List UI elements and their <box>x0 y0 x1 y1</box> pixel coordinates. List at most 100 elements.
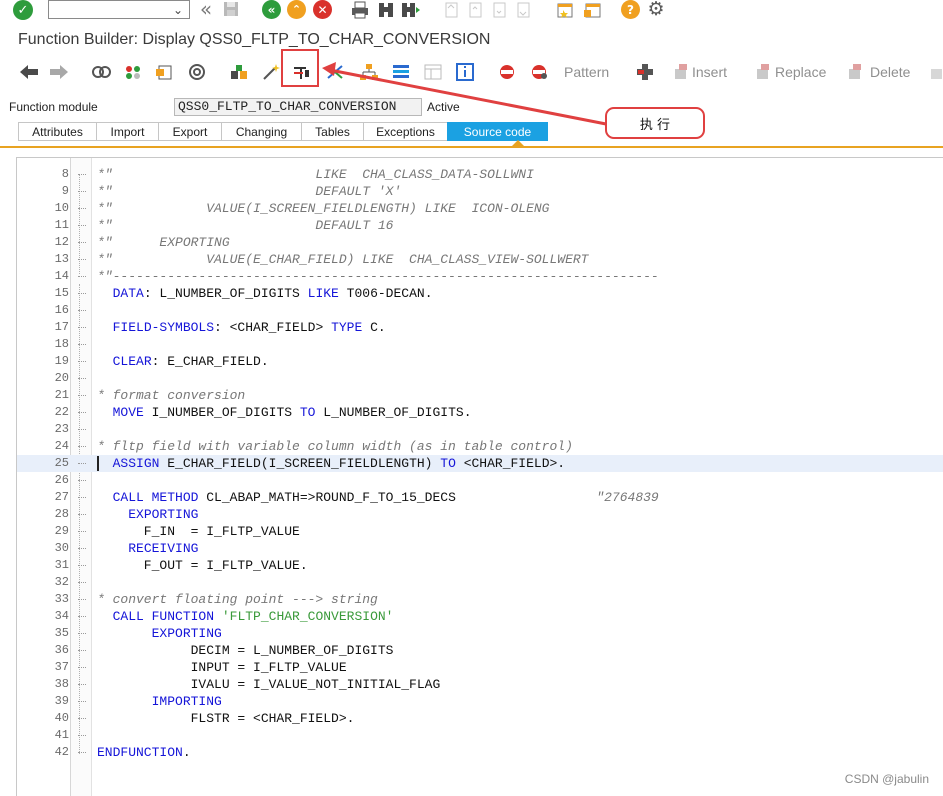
shortcut-icon[interactable] <box>582 0 602 19</box>
navigation-window-icon[interactable] <box>324 62 346 82</box>
code-line[interactable]: 34 CALL FUNCTION 'FLTP_CHAR_CONVERSION' <box>17 608 943 625</box>
customize-icon[interactable]: ⚙ <box>646 0 666 20</box>
code-token: *" DEFAULT 16 <box>97 218 394 233</box>
source-code-editor[interactable]: 8 *" LIKE CHA_CLASS_DATA-SOLLWNI 9 *" DEFAU… <box>16 157 943 796</box>
line-number: 9 <box>61 184 69 198</box>
next-page-icon[interactable] <box>490 0 508 19</box>
code-line[interactable]: 14 *"------------------------------------… <box>17 268 943 285</box>
check-icon[interactable] <box>186 62 208 82</box>
replace-button[interactable]: Replace <box>775 64 826 80</box>
code-line[interactable]: 28 EXPORTING <box>17 506 943 523</box>
code-token: *" EXPORTING <box>97 235 230 250</box>
last-page-icon[interactable] <box>514 0 532 19</box>
chevron-down-icon[interactable]: ⌄ <box>167 1 189 18</box>
active-inactive-icon[interactable] <box>154 62 176 82</box>
code-token: MOVE <box>112 405 144 420</box>
more-icon[interactable] <box>928 62 943 82</box>
code-line[interactable]: 23 <box>17 421 943 438</box>
code-line[interactable]: 19 CLEAR: E_CHAR_FIELD. <box>17 353 943 370</box>
print-icon[interactable] <box>350 0 370 19</box>
code-line[interactable]: 29 F_IN = I_FLTP_VALUE <box>17 523 943 540</box>
back-green-icon[interactable]: « <box>262 0 281 19</box>
insert-button[interactable]: Insert <box>692 64 727 80</box>
code-line[interactable]: 10 *" VALUE(I_SCREEN_FIELDLENGTH) LIKE IC… <box>17 200 943 217</box>
code-line[interactable]: 42 ENDFUNCTION. <box>17 744 943 761</box>
prev-page-icon[interactable] <box>466 0 484 19</box>
replace-icon[interactable] <box>754 62 772 82</box>
tab-underline <box>0 146 943 148</box>
code-line[interactable]: 9 *" DEFAULT 'X' <box>17 183 943 200</box>
new-session-icon[interactable] <box>556 0 576 19</box>
pretty-printer-icon[interactable] <box>634 62 656 82</box>
code-line[interactable]: 13 *" VALUE(E_CHAR_FIELD) LIKE CHA_CLASS_… <box>17 251 943 268</box>
command-input[interactable] <box>49 1 167 18</box>
code-line[interactable]: 24 * fltp field with variable column widt… <box>17 438 943 455</box>
code-line[interactable]: 27 CALL METHOD CL_ABAP_MATH=>ROUND_F_TO_… <box>17 489 943 506</box>
insert-icon[interactable] <box>672 62 690 82</box>
code-line[interactable]: 15 DATA: L_NUMBER_OF_DIGITS LIKE T006-DE… <box>17 285 943 302</box>
code-line[interactable]: 26 <box>17 472 943 489</box>
display-change-icon[interactable] <box>122 62 144 82</box>
code-lines: 8 *" LIKE CHA_CLASS_DATA-SOLLWNI 9 *" DEFAU… <box>17 166 943 761</box>
code-line[interactable]: 30 RECEIVING <box>17 540 943 557</box>
tab-attributes[interactable]: Attributes <box>18 122 96 141</box>
code-line[interactable]: 25 ASSIGN E_CHAR_FIELD(I_SCREEN_FIELDLEN… <box>17 455 943 472</box>
code-token: * format conversion <box>97 388 246 403</box>
code-line[interactable]: 11 *" DEFAULT 16 <box>17 217 943 234</box>
code-line[interactable]: 39 IMPORTING <box>17 693 943 710</box>
exit-icon[interactable]: ⌃ <box>287 0 306 19</box>
back-arrow-icon[interactable] <box>18 62 40 82</box>
code-line[interactable]: 8 *" LIKE CHA_CLASS_DATA-SOLLWNI <box>17 166 943 183</box>
back-icon[interactable]: « <box>196 0 216 21</box>
other-object-icon[interactable] <box>90 62 112 82</box>
external-breakpoint-icon[interactable] <box>528 62 550 82</box>
code-line[interactable]: 18 <box>17 336 943 353</box>
code-line[interactable]: 21 * format conversion <box>17 387 943 404</box>
delete-button[interactable]: Delete <box>870 64 910 80</box>
cancel-icon[interactable]: ✕ <box>313 0 332 19</box>
info-icon[interactable] <box>454 62 476 82</box>
watermark: CSDN @jabulin <box>844 772 929 786</box>
layout-icon[interactable] <box>422 62 444 82</box>
code-line[interactable]: 22 MOVE I_NUMBER_OF_DIGITS TO L_NUMBER_O… <box>17 404 943 421</box>
tab-changing[interactable]: Changing <box>221 122 301 141</box>
breakpoint-icon[interactable] <box>496 62 518 82</box>
magic-wand-icon[interactable] <box>260 62 282 82</box>
code-line[interactable]: 20 <box>17 370 943 387</box>
tab-import[interactable]: Import <box>96 122 158 141</box>
code-token: : <CHAR_FIELD> <box>214 320 332 335</box>
stack-icon[interactable] <box>390 62 412 82</box>
code-line[interactable]: 31 F_OUT = I_FLTP_VALUE. <box>17 557 943 574</box>
code-line[interactable]: 32 <box>17 574 943 591</box>
save-icon[interactable] <box>222 0 240 18</box>
tab-export[interactable]: Export <box>158 122 221 141</box>
code-line[interactable]: 41 <box>17 727 943 744</box>
hierarchy-icon[interactable] <box>358 62 380 82</box>
tab-exceptions[interactable]: Exceptions <box>363 122 447 141</box>
first-page-icon[interactable] <box>442 0 460 19</box>
code-token: CL_ABAP_MATH=>ROUND_F_TO_15_DECS <box>198 490 597 505</box>
forward-arrow-icon[interactable] <box>48 62 70 82</box>
code-line[interactable]: 35 EXPORTING <box>17 625 943 642</box>
code-line[interactable]: 12 *" EXPORTING <box>17 234 943 251</box>
command-field[interactable]: ⌄ <box>48 0 190 19</box>
code-line[interactable]: 16 <box>17 302 943 319</box>
enter-icon[interactable]: ✓ <box>13 0 33 20</box>
code-token: L_NUMBER_OF_DIGITS. <box>315 405 472 420</box>
tab-tables[interactable]: Tables <box>301 122 363 141</box>
code-text: ENDFUNCTION. <box>97 744 191 761</box>
tab-source-code[interactable]: Source code <box>447 122 548 141</box>
code-line[interactable]: 17 FIELD-SYMBOLS: <CHAR_FIELD> TYPE C. <box>17 319 943 336</box>
code-line[interactable]: 38 IVALU = I_VALUE_NOT_INITIAL_FLAG <box>17 676 943 693</box>
pattern-button[interactable]: Pattern <box>564 64 609 80</box>
find-icon[interactable] <box>376 0 396 19</box>
code-line[interactable]: 37 INPUT = I_FLTP_VALUE <box>17 659 943 676</box>
delete-icon[interactable] <box>846 62 864 82</box>
code-token: IMPORTING <box>151 694 222 709</box>
code-line[interactable]: 36 DECIM = L_NUMBER_OF_DIGITS <box>17 642 943 659</box>
find-next-icon[interactable] <box>400 0 422 19</box>
code-line[interactable]: 40 FLSTR = <CHAR_FIELD>. <box>17 710 943 727</box>
code-line[interactable]: 33 * convert floating point ---> string <box>17 591 943 608</box>
help-icon[interactable]: ? <box>621 0 640 19</box>
where-used-icon[interactable] <box>228 62 250 82</box>
